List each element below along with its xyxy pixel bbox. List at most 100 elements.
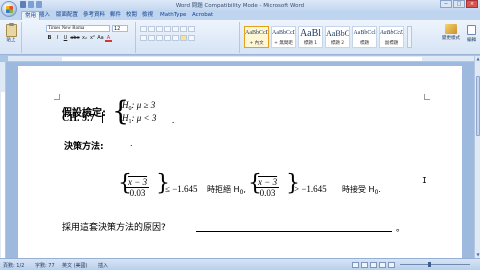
hypothesis-label: 假設檢定: xyxy=(62,108,106,119)
zoom-slider-handle[interactable] xyxy=(428,262,431,267)
paste-button[interactable]: 貼上 xyxy=(3,23,19,45)
shading-icon[interactable] xyxy=(180,35,187,41)
answer-blank-line[interactable] xyxy=(196,231,392,232)
office-logo-icon xyxy=(6,6,13,13)
tab-insert[interactable]: 插入 xyxy=(36,11,53,20)
style-subtitle[interactable]: AaBbCcD 副標題 xyxy=(379,26,404,48)
font-name-box[interactable]: Times New Roma xyxy=(46,25,110,32)
strikethrough-button[interactable]: abe xyxy=(70,35,80,42)
style-name: 標題 2 xyxy=(330,41,345,46)
borders-icon[interactable] xyxy=(188,35,195,41)
style-title[interactable]: AaBbCcl 標題 xyxy=(352,26,377,48)
bullets-icon[interactable] xyxy=(140,26,147,32)
draft-icon[interactable] xyxy=(388,262,395,268)
style-normal[interactable]: AaBbCcD + 內文 xyxy=(244,26,269,48)
scroll-up-icon[interactable]: ▲ xyxy=(476,57,480,61)
clipboard-group: 貼上 xyxy=(0,22,22,53)
ribbon-tabs: 常用 插入 版面配置 參考資料 郵件 校閱 檢視 MathType Acroba… xyxy=(0,10,480,20)
binoculars-icon xyxy=(467,25,476,35)
change-case-button[interactable]: Aa xyxy=(97,35,104,42)
hypothesis-end-mark: . xyxy=(172,115,175,125)
rule2-action-text: 時接受 H xyxy=(342,185,375,194)
increase-indent-icon[interactable] xyxy=(172,26,179,32)
decrease-indent-icon[interactable] xyxy=(164,26,171,32)
word-count[interactable]: 字數: 77 xyxy=(35,262,55,269)
font-color-button[interactable]: A xyxy=(105,35,112,42)
close-button[interactable]: × xyxy=(466,0,478,8)
tab-review[interactable]: 校閱 xyxy=(123,11,140,20)
numbering-icon[interactable] xyxy=(148,26,155,32)
paragraph-group xyxy=(136,22,240,53)
change-styles-label: 變更樣式 xyxy=(442,36,460,41)
edit-label: 編輯 xyxy=(467,38,476,43)
style-heading-2[interactable]: AaBbC 標題 2 xyxy=(325,26,350,48)
null-hypothesis: H0: μ ≥ 3 xyxy=(122,100,155,112)
rule2-numerator: x − 3 xyxy=(258,177,278,187)
scroll-thumb[interactable] xyxy=(476,76,480,136)
rule1-separator: , xyxy=(243,185,246,194)
maximize-button[interactable]: □ xyxy=(453,0,465,8)
style-no-spacing[interactable]: AaBbCcD + 無間距 xyxy=(271,26,296,48)
style-sample: AaBl xyxy=(299,28,322,39)
rule2-inequality: > −1.645 xyxy=(294,184,327,194)
tab-acrobat[interactable]: Acrobat xyxy=(189,11,216,20)
tab-view[interactable]: 檢視 xyxy=(139,11,156,20)
style-name: 標題 1 xyxy=(303,41,318,46)
format-buttons: B I U abe x₂ x² Aa A xyxy=(46,35,112,42)
bold-button[interactable]: B xyxy=(46,35,53,42)
language-indicator[interactable]: 英文 (美國) xyxy=(62,262,88,269)
tab-mailings[interactable]: 郵件 xyxy=(107,11,124,20)
alternative-hypothesis: H1: μ < 3 xyxy=(122,113,156,125)
font-size-box[interactable]: 12 xyxy=(112,25,128,32)
tab-page-layout[interactable]: 版面配置 xyxy=(53,11,81,20)
edit-button[interactable]: 編輯 xyxy=(465,23,478,45)
justify-icon[interactable] xyxy=(164,35,171,41)
question-end-mark: 。 xyxy=(396,224,406,234)
scroll-down-icon[interactable]: ▼ xyxy=(476,253,480,257)
show-marks-icon[interactable] xyxy=(188,26,195,32)
vruler-text-area xyxy=(1,92,5,258)
superscript-button[interactable]: x² xyxy=(89,35,96,42)
minimize-button[interactable]: − xyxy=(440,0,452,8)
style-sample: AaBbCcl xyxy=(353,30,376,36)
align-center-icon[interactable] xyxy=(148,35,155,41)
rule1-action-text: 時拒絕 H xyxy=(207,185,240,194)
multilevel-icon[interactable] xyxy=(156,26,163,32)
tab-references[interactable]: 參考資料 xyxy=(80,11,108,20)
change-styles-button[interactable]: 變更樣式 xyxy=(442,23,460,47)
sort-icon[interactable] xyxy=(180,26,187,32)
align-left-icon[interactable] xyxy=(140,35,147,41)
web-layout-icon[interactable] xyxy=(370,262,377,268)
tab-mathtype[interactable]: MathType xyxy=(157,11,189,20)
h1-relation: : μ < 3 xyxy=(131,113,157,123)
office-button[interactable] xyxy=(1,1,17,17)
rule1-numerator: x − 3 xyxy=(128,177,148,187)
styles-scroll-icon[interactable] xyxy=(407,26,412,48)
margin-corner-top-left xyxy=(54,94,60,100)
page-count[interactable]: 頁數: 1/2 xyxy=(3,262,24,269)
align-right-icon[interactable] xyxy=(156,35,163,41)
clipboard-icon xyxy=(5,23,17,37)
style-sample: AaBbCcD xyxy=(380,30,403,36)
italic-button[interactable]: I xyxy=(54,35,61,42)
underline-button[interactable]: U xyxy=(62,35,69,42)
insert-mode[interactable]: 插入 xyxy=(98,262,108,269)
change-styles-icon xyxy=(445,24,457,34)
vertical-scrollbar[interactable]: ▲ ▼ xyxy=(474,56,480,258)
outline-icon[interactable] xyxy=(379,262,386,268)
full-screen-icon[interactable] xyxy=(361,262,368,268)
subscript-button[interactable]: x₂ xyxy=(81,35,88,42)
style-heading-1[interactable]: AaBl 標題 1 xyxy=(298,26,323,48)
document-page[interactable]: CH. 9.7 假設檢定: { H0: μ ≥ 3 H1: μ < 3 . 決策… xyxy=(18,66,462,258)
rule1-fraction: x − 3 0.03 xyxy=(126,177,150,198)
rule1-denominator: 0.03 xyxy=(129,188,146,198)
rule2-fraction: x − 3 0.03 xyxy=(256,177,280,198)
print-layout-icon[interactable] xyxy=(352,262,359,268)
styles-group: AaBbCcD + 內文 AaBbCcD + 無間距 AaBl 標題 1 AaB… xyxy=(240,22,438,53)
paste-label: 貼上 xyxy=(6,38,16,43)
line-spacing-icon[interactable] xyxy=(172,35,179,41)
window-controls: − □ × xyxy=(440,0,478,8)
h0-relation: : μ ≥ 3 xyxy=(131,100,156,110)
window-title: Word 問題 Compatibility Mode - Microsoft W… xyxy=(175,3,305,9)
zoom-slider[interactable] xyxy=(400,262,470,267)
